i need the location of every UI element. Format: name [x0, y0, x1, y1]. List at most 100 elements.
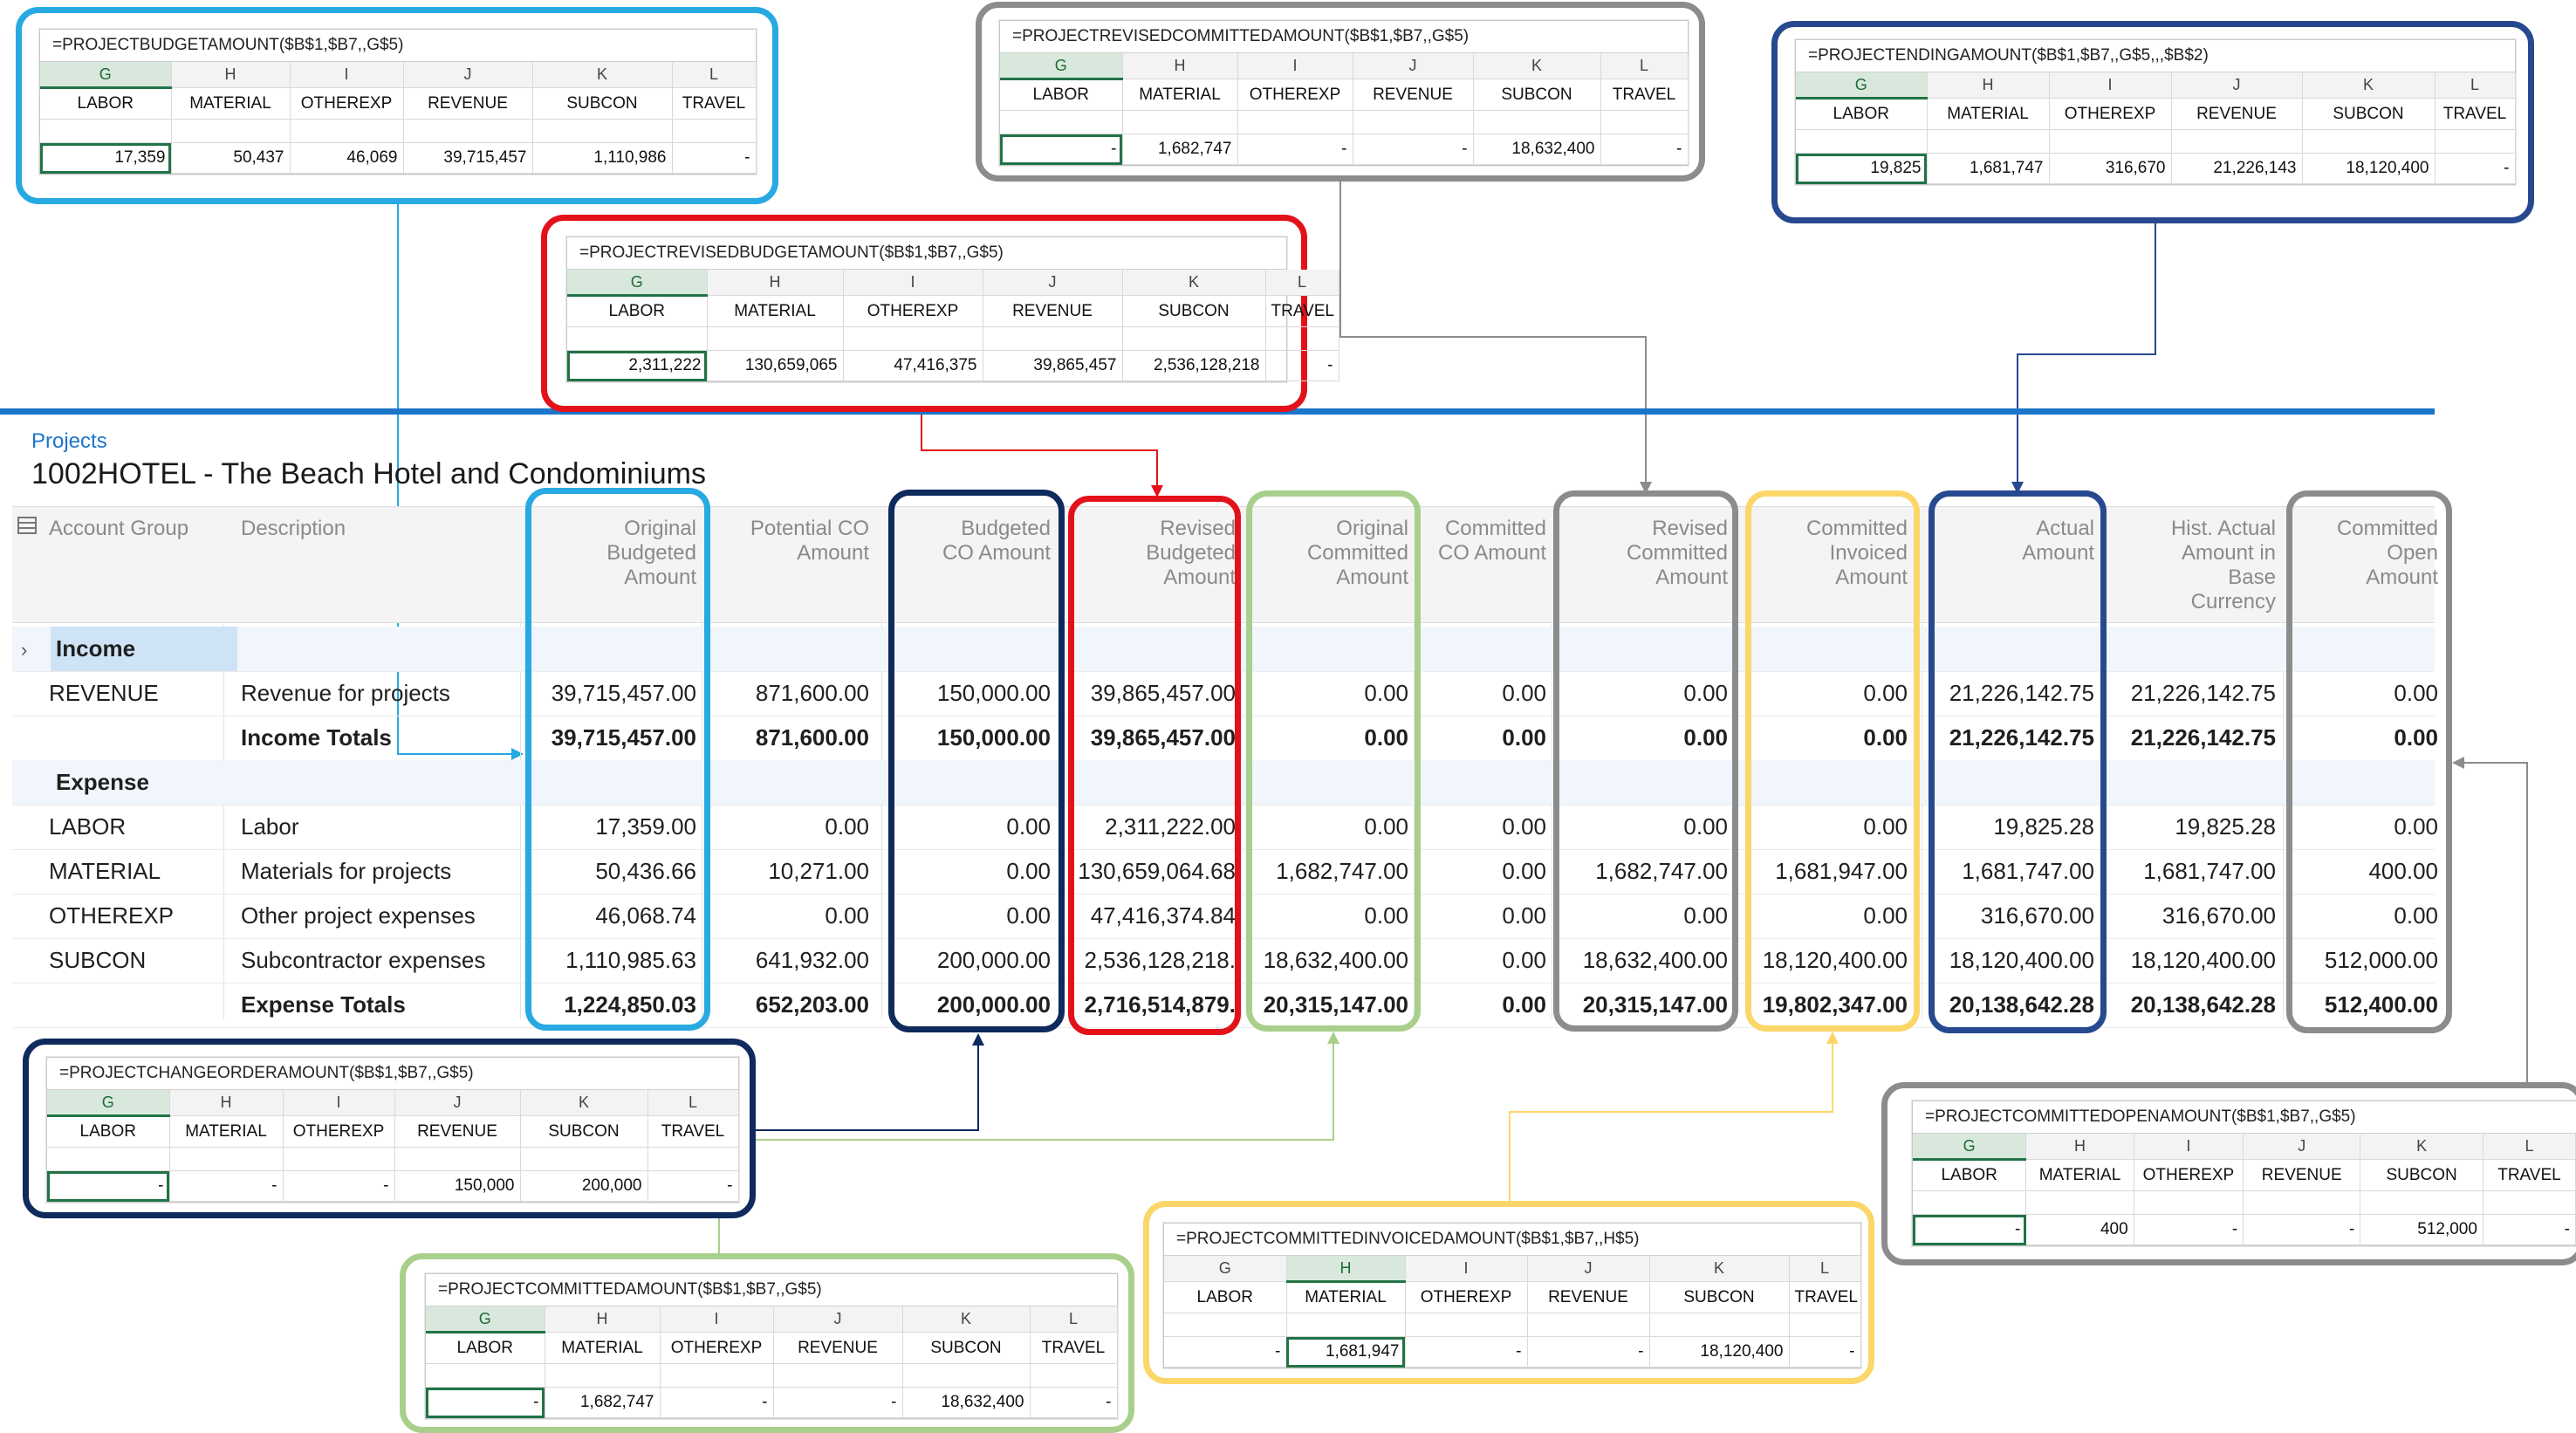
value-cell[interactable]: 47,416,375 [843, 350, 983, 381]
column-letter[interactable]: L [2435, 72, 2516, 99]
column-letter[interactable]: H [1122, 53, 1238, 79]
account-label-cell[interactable]: SUBCON [902, 1332, 1031, 1364]
column-letter[interactable]: I [1237, 53, 1353, 79]
column-letter[interactable]: J [403, 62, 533, 88]
column-letter[interactable]: I [2134, 1134, 2244, 1160]
column-letter[interactable]: G [40, 62, 172, 89]
value-cell[interactable]: - [169, 1170, 284, 1202]
column-header-potential-co[interactable]: Potential CO Amount [705, 517, 869, 566]
account-label-cell[interactable]: MATERIAL [707, 295, 844, 327]
blank-cell[interactable] [1164, 1313, 1287, 1337]
blank-cell[interactable] [290, 119, 404, 143]
account-label-cell[interactable]: MATERIAL [1286, 1281, 1406, 1313]
account-label-cell[interactable]: SUBCON [532, 87, 673, 120]
active-cell[interactable]: - [426, 1387, 545, 1418]
column-letter[interactable]: H [2025, 1134, 2134, 1160]
blank-cell[interactable] [1122, 110, 1238, 134]
value-cell[interactable]: 130,659,065 [707, 350, 844, 381]
account-label-cell[interactable]: OTHEREXP [2049, 98, 2172, 130]
account-label-cell[interactable]: SUBCON [520, 1115, 648, 1148]
column-letter[interactable]: G [426, 1306, 545, 1334]
account-label-cell[interactable]: OTHEREXP [2134, 1159, 2244, 1191]
column-letter[interactable]: I [283, 1090, 395, 1116]
blank-cell[interactable] [660, 1363, 774, 1388]
totals-row[interactable]: Expense Totals 1,224,850.03 652,203.00 200,… [12, 983, 2438, 1028]
column-letter[interactable]: J [773, 1306, 903, 1333]
account-label-cell[interactable]: REVENUE [2243, 1159, 2361, 1191]
column-header-revised-budgeted[interactable]: Revised Budgeted Amount [1073, 517, 1236, 590]
blank-cell[interactable] [647, 1147, 739, 1171]
blank-cell[interactable] [283, 1147, 395, 1171]
breadcrumb[interactable]: Projects [31, 429, 107, 454]
column-letter[interactable]: L [1030, 1306, 1118, 1333]
column-header-description[interactable]: Description [241, 517, 520, 541]
account-label-cell[interactable]: TRAVEL [647, 1115, 739, 1148]
blank-cell[interactable] [171, 119, 291, 143]
formula-bar[interactable]: =PROJECTCOMMITTEDOPENAMOUNT($B$1,$B7,,G$… [1913, 1101, 2576, 1134]
column-letter[interactable]: J [1353, 53, 1474, 79]
blank-cell[interactable] [403, 119, 533, 143]
blank-cell[interactable] [2025, 1190, 2134, 1215]
blank-cell[interactable] [1600, 110, 1689, 134]
blank-cell[interactable] [1789, 1313, 1861, 1337]
value-cell[interactable]: 512,000 [2360, 1214, 2484, 1245]
column-letter[interactable]: G [567, 270, 708, 297]
column-letter[interactable]: G [47, 1090, 170, 1117]
column-header-committed-open[interactable]: Committed Open Amount [2286, 517, 2438, 590]
blank-cell[interactable] [532, 119, 673, 143]
account-label-cell[interactable]: LABOR [1000, 79, 1123, 111]
column-letter[interactable]: K [1473, 53, 1601, 79]
value-cell[interactable]: - [660, 1387, 774, 1418]
value-cell[interactable]: - [1405, 1336, 1528, 1368]
blank-cell[interactable] [394, 1147, 521, 1171]
column-letter[interactable]: G [1164, 1256, 1287, 1282]
blank-cell[interactable] [1122, 326, 1266, 351]
value-cell[interactable]: - [1164, 1336, 1287, 1368]
column-letter[interactable]: K [2360, 1134, 2484, 1160]
blank-cell[interactable] [2483, 1190, 2576, 1215]
formula-bar[interactable]: =PROJECTCOMMITTEDAMOUNT($B$1,$B7,,G$5) [426, 1274, 1117, 1306]
column-letter[interactable]: I [1405, 1256, 1528, 1282]
column-letter[interactable]: L [647, 1090, 739, 1116]
column-letter[interactable]: K [520, 1090, 648, 1116]
account-label-cell[interactable]: LABOR [1164, 1281, 1287, 1313]
account-label-cell[interactable]: REVENUE [1527, 1281, 1650, 1313]
account-label-cell[interactable]: REVENUE [2171, 98, 2303, 130]
blank-cell[interactable] [1237, 110, 1353, 134]
account-label-cell[interactable]: OTHEREXP [283, 1115, 395, 1148]
blank-cell[interactable] [2360, 1190, 2484, 1215]
formula-bar[interactable]: =PROJECTENDINGAMOUNT($B$1,$B7,,G$5,,,$B$… [1796, 40, 2515, 72]
account-label-cell[interactable]: REVENUE [394, 1115, 521, 1148]
value-cell[interactable]: 1,681,747 [1927, 153, 2050, 184]
account-label-cell[interactable]: MATERIAL [1122, 79, 1238, 111]
account-label-cell[interactable]: SUBCON [2302, 98, 2436, 130]
column-letter[interactable]: H [545, 1306, 661, 1333]
value-cell[interactable]: 316,670 [2049, 153, 2172, 184]
account-label-cell[interactable]: TRAVEL [1030, 1332, 1118, 1364]
value-cell[interactable]: - [1353, 134, 1474, 165]
account-label-cell[interactable]: LABOR [1796, 98, 1928, 130]
value-cell[interactable]: - [1789, 1336, 1861, 1368]
value-cell[interactable]: 150,000 [394, 1170, 521, 1202]
column-letter[interactable]: H [1927, 72, 2050, 99]
blank-cell[interactable] [773, 1363, 903, 1388]
value-cell[interactable]: 18,120,400 [1649, 1336, 1790, 1368]
account-label-cell[interactable]: SUBCON [1649, 1281, 1790, 1313]
column-letter[interactable]: L [672, 62, 757, 88]
blank-cell[interactable] [1265, 326, 1339, 351]
account-label-cell[interactable]: REVENUE [1353, 79, 1474, 111]
value-cell[interactable]: - [672, 142, 757, 174]
column-letter[interactable]: I [843, 270, 983, 296]
account-label-cell[interactable]: REVENUE [773, 1332, 903, 1364]
column-letter[interactable]: J [1527, 1256, 1650, 1282]
formula-bar[interactable]: =PROJECTCHANGEORDERAMOUNT($B$1,$B7,,G$5) [47, 1058, 738, 1090]
value-cell[interactable]: - [1030, 1387, 1118, 1418]
account-label-cell[interactable]: LABOR [426, 1332, 545, 1364]
value-cell[interactable]: 46,069 [290, 142, 404, 174]
blank-cell[interactable] [1796, 129, 1928, 154]
account-label-cell[interactable]: OTHEREXP [290, 87, 404, 120]
account-label-cell[interactable]: SUBCON [1473, 79, 1601, 111]
blank-cell[interactable] [1000, 110, 1123, 134]
column-letter[interactable]: L [1600, 53, 1689, 79]
column-letter[interactable]: K [2302, 72, 2436, 99]
